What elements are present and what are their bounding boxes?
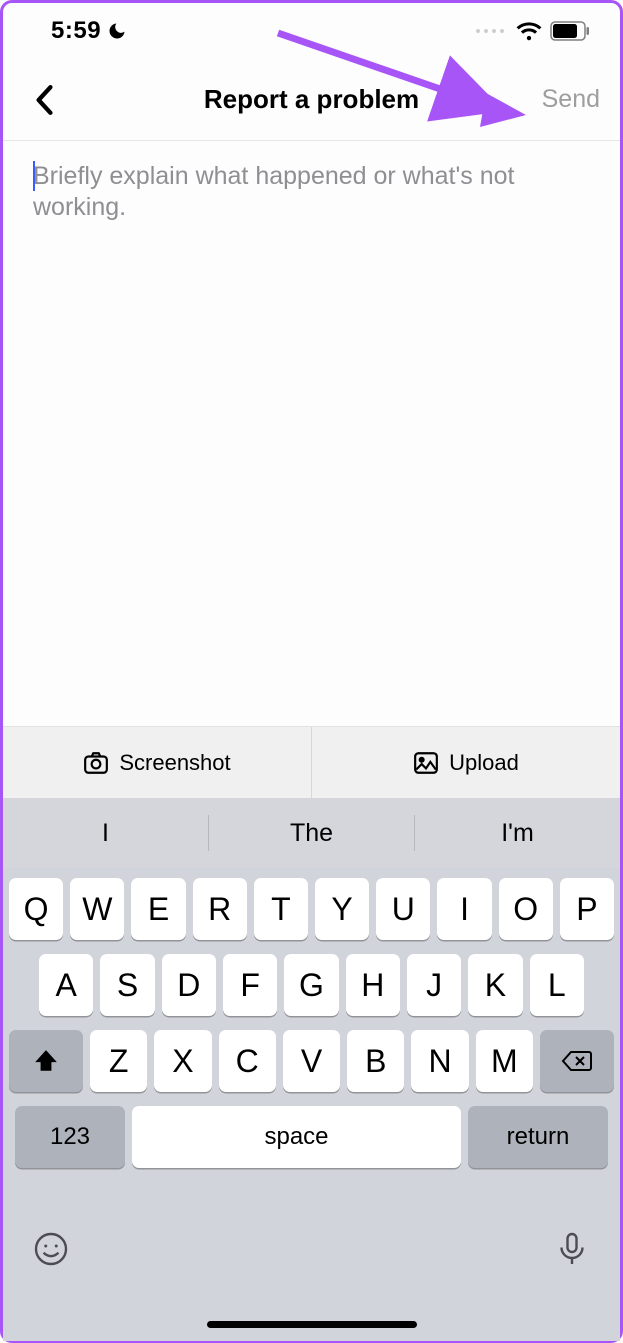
status-bar: 5:59 [3,3,620,59]
space-key[interactable]: space [132,1106,461,1168]
key-z[interactable]: Z [90,1030,147,1092]
key-g[interactable]: G [284,954,338,1016]
screenshot-label: Screenshot [119,750,230,776]
key-l[interactable]: L [530,954,584,1016]
key-rows: Q W E R T Y U I O P A S D F G H J K L [3,868,620,1172]
text-cursor [33,161,35,191]
attachment-bar: Screenshot Upload [3,726,620,798]
key-row-3: Z X C V B N M [9,1030,614,1092]
key-f[interactable]: F [223,954,277,1016]
cellular-dots-icon [476,29,504,33]
key-h[interactable]: H [346,954,400,1016]
image-icon [413,750,439,776]
wifi-icon [516,20,542,42]
camera-icon [83,750,109,776]
key-e[interactable]: E [131,878,185,940]
upload-label: Upload [449,750,519,776]
battery-icon [550,21,590,41]
key-a[interactable]: A [39,954,93,1016]
return-key[interactable]: return [468,1106,608,1168]
key-q[interactable]: Q [9,878,63,940]
emoji-button[interactable] [33,1231,69,1267]
key-s[interactable]: S [100,954,154,1016]
home-indicator[interactable] [207,1321,417,1328]
page-title: Report a problem [204,84,419,115]
key-m[interactable]: M [476,1030,533,1092]
key-row-2: A S D F G H J K L [9,954,614,1016]
key-i[interactable]: I [437,878,491,940]
suggestion-2[interactable]: The [209,819,414,848]
status-right [476,20,590,42]
key-n[interactable]: N [411,1030,468,1092]
suggestion-bar: I The I'm [3,798,620,868]
key-k[interactable]: K [468,954,522,1016]
key-r[interactable]: R [193,878,247,940]
send-button[interactable]: Send [542,85,600,114]
key-row-4: 123 space return [9,1106,614,1168]
placeholder-text: Briefly explain what happened or what's … [33,161,590,224]
numbers-key[interactable]: 123 [15,1106,125,1168]
backspace-key[interactable] [540,1030,614,1092]
chevron-left-icon [34,85,54,115]
key-x[interactable]: X [154,1030,211,1092]
key-c[interactable]: C [219,1030,276,1092]
suggestion-1[interactable]: I [3,819,208,848]
header: Report a problem Send [3,59,620,141]
key-j[interactable]: J [407,954,461,1016]
key-p[interactable]: P [560,878,614,940]
problem-input[interactable]: Briefly explain what happened or what's … [3,141,620,726]
key-w[interactable]: W [70,878,124,940]
shift-icon [33,1048,59,1074]
key-y[interactable]: Y [315,878,369,940]
keyboard-bottom-bar [3,1172,620,1341]
shift-key[interactable] [9,1030,83,1092]
dnd-moon-icon [107,21,127,41]
key-u[interactable]: U [376,878,430,940]
backspace-icon [561,1049,593,1073]
upload-button[interactable]: Upload [312,727,620,798]
back-button[interactable] [23,79,65,121]
key-b[interactable]: B [347,1030,404,1092]
key-d[interactable]: D [162,954,216,1016]
screenshot-button[interactable]: Screenshot [3,727,312,798]
dictation-button[interactable] [554,1231,590,1267]
key-row-1: Q W E R T Y U I O P [9,878,614,940]
keyboard: I The I'm Q W E R T Y U I O P A S D F G … [3,798,620,1341]
key-t[interactable]: T [254,878,308,940]
status-time-area: 5:59 [51,17,127,45]
suggestion-3[interactable]: I'm [415,819,620,848]
status-time: 5:59 [51,17,101,45]
key-o[interactable]: O [499,878,553,940]
key-v[interactable]: V [283,1030,340,1092]
